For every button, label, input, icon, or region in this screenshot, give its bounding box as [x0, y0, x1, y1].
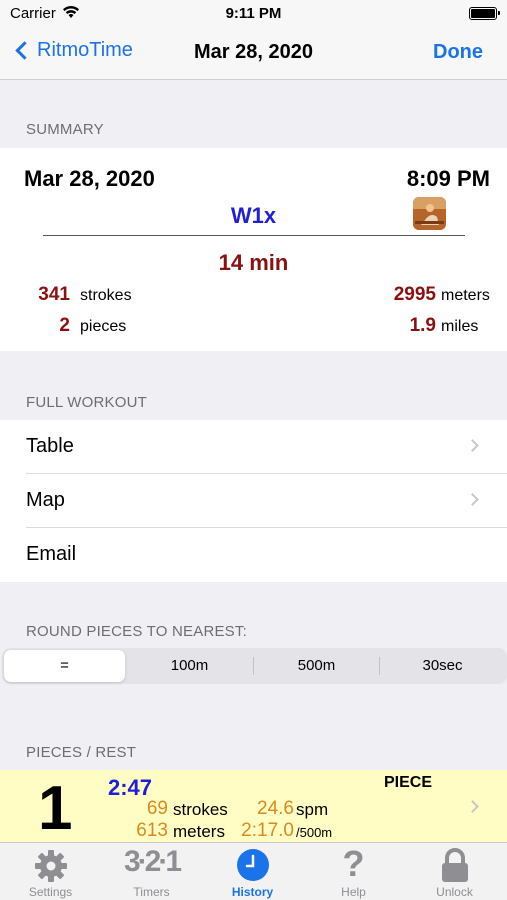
- piece-meters-label: meters: [173, 822, 225, 841]
- chevron-right-icon: [466, 800, 479, 813]
- back-button[interactable]: RitmoTime: [14, 39, 133, 62]
- pieces-section-header: PIECES / REST: [26, 744, 137, 761]
- lock-icon: [440, 848, 470, 889]
- piece-number: 1: [38, 774, 73, 842]
- done-button[interactable]: Done: [433, 41, 483, 64]
- chevron-right-icon: [466, 493, 479, 506]
- map-label: Map: [26, 489, 65, 511]
- summary-section-header: SUMMARY: [26, 121, 104, 138]
- tab-settings-label: Settings: [28, 885, 73, 899]
- summary-time: 8:09 PM: [406, 166, 490, 191]
- chevron-right-icon: [466, 439, 479, 452]
- strokes-label: strokes: [80, 287, 132, 304]
- email-row-button[interactable]: Email: [0, 528, 507, 582]
- summary-card: Mar 28, 2020 8:09 PM W1x 14 min 341 stro…: [0, 148, 507, 351]
- tab-help[interactable]: ? Help: [303, 843, 404, 900]
- table-label: Table: [26, 435, 74, 457]
- rounding-segmented-control: = 100m 500m 30sec: [2, 648, 507, 684]
- email-label: Email: [26, 543, 77, 565]
- tab-bar: Settings 3·2·1 Timers History ? Help Unl…: [0, 842, 507, 900]
- segment-100m[interactable]: 100m: [127, 650, 252, 682]
- summary-duration: 14 min: [218, 250, 289, 275]
- tab-timers[interactable]: 3·2·1 Timers: [101, 843, 202, 900]
- tab-unlock[interactable]: Unlock: [404, 843, 505, 900]
- segment-equal[interactable]: =: [4, 650, 125, 682]
- piece-strokes-label: strokes: [173, 800, 228, 819]
- table-row-link[interactable]: Table: [0, 420, 507, 474]
- piece-split-label: /500m: [296, 825, 333, 840]
- piece-spm-value: 24.6: [257, 798, 294, 819]
- piece-strokes-value: 69: [146, 798, 168, 819]
- pieces-value: 2: [59, 315, 70, 336]
- piece-meters-value: 613: [136, 820, 168, 841]
- segment-30sec[interactable]: 30sec: [380, 650, 505, 682]
- status-time: 9:11 PM: [225, 5, 282, 22]
- piece-split-value: 2:17.0: [241, 820, 294, 841]
- piece-type-label: PIECE: [384, 774, 433, 791]
- clock-icon: [236, 848, 270, 887]
- navigation-bar: RitmoTime Mar 28, 2020 Done: [0, 28, 507, 80]
- segment-500m[interactable]: 500m: [254, 650, 379, 682]
- chevron-left-icon: [15, 41, 34, 60]
- miles-value: 1.9: [409, 315, 436, 336]
- gear-icon: [33, 848, 69, 889]
- battery-icon: [469, 7, 500, 20]
- tab-help-label: Help: [341, 885, 366, 899]
- pieces-label: pieces: [80, 318, 127, 335]
- countdown-icon: 3·2·1: [123, 845, 182, 878]
- strokes-value: 341: [38, 284, 70, 305]
- summary-date: Mar 28, 2020: [24, 166, 155, 191]
- back-button-label: RitmoTime: [37, 39, 133, 61]
- meters-value: 2995: [393, 284, 436, 305]
- tab-unlock-label: Unlock: [436, 885, 473, 899]
- tab-timers-label: Timers: [133, 885, 170, 899]
- tab-history[interactable]: History: [202, 843, 303, 900]
- status-bar: Carrier 9:11 PM: [0, 0, 507, 28]
- full-workout-section-header: FULL WORKOUT: [26, 394, 148, 411]
- full-workout-list: Table Map Email: [0, 420, 507, 582]
- piece-spm-label: spm: [296, 800, 329, 819]
- piece-row[interactable]: 1 2:47 PIECE 69 strokes 24.6 spm 613 met…: [0, 770, 507, 842]
- miles-label: miles: [441, 318, 479, 335]
- summary-divider: [43, 235, 465, 236]
- rower-photo-thumbnail: [413, 197, 446, 230]
- question-icon: ?: [342, 843, 365, 884]
- rounding-section-header: ROUND PIECES TO NEAREST:: [26, 623, 247, 640]
- tab-history-label: History: [231, 885, 274, 899]
- map-row-link[interactable]: Map: [0, 474, 507, 528]
- meters-label: meters: [441, 287, 490, 304]
- tab-settings[interactable]: Settings: [0, 843, 101, 900]
